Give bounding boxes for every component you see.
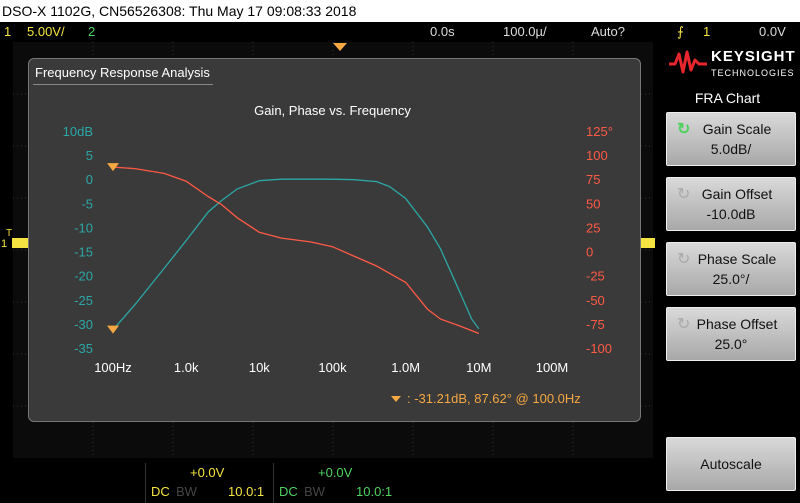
ch1-marker-label: 1 [1,238,8,250]
time-offset[interactable]: 0.0s [430,22,455,42]
gain-marker [107,325,119,334]
freq-tick-label: 1.0M [391,360,420,375]
gain-tick-label: 0 [86,172,93,187]
fra-chart: Gain, Phase vs. Frequency10dB50-5-10-15-… [63,103,613,406]
ch2-coupling: DC [279,484,298,499]
gain-tick-label: -20 [74,269,93,284]
readout-marker-icon [391,396,401,402]
gain-tick-label: -5 [81,196,93,211]
phase-scale-button[interactable]: ↻ Phase Scale 25.0°/ [666,242,796,296]
phase-trace [112,166,480,335]
ch1-number[interactable]: 1 [4,22,11,42]
ch2-offset: +0.0V [318,465,353,480]
phase-scale-value: 25.0°/ [712,271,750,287]
ch1-probe: 10.0:1 [228,484,265,499]
freq-tick-label: 100Hz [94,360,132,375]
phase-tick-label: -100 [586,341,612,356]
gain-tick-label: -10 [74,220,93,235]
ch2-probe: 10.0:1 [356,484,393,499]
freq-tick-label: 100k [318,360,347,375]
gain-offset-button[interactable]: ↻ Gain Offset -10.0dB [666,177,796,231]
brand-sub: TECHNOLOGIES [711,68,795,78]
menu-title: FRA Chart [694,90,761,106]
brand-name: KEYSIGHT [711,48,796,65]
keysight-wave-icon [669,50,707,74]
gain-tick-label: 10dB [63,124,93,139]
phase-tick-label: -75 [586,317,605,332]
phase-tick-label: 0 [586,245,593,260]
gain-tick-label: -15 [74,245,93,260]
phase-tick-label: 125° [586,124,613,139]
gain-scale-label: Gain Scale [702,121,772,137]
freq-tick-label: 10M [466,360,491,375]
trigger-level[interactable]: 0.0V [759,22,786,42]
trigger-status: ⨍ 1 0.0V [655,22,800,42]
marker-readout: : -31.21dB, 87.62° @ 100.0Hz [407,391,581,406]
autoscale-label: Autoscale [700,456,762,472]
softkey-panel: ⨍ 1 0.0V KEYSIGHT TECHNOLOGIES FRA Chart… [655,22,800,503]
ch1-offset: +0.0V [190,465,225,480]
scope-status-bar: 1 5.00V/ 2 0.0s 100.0µ/ Auto? [0,22,655,42]
trigger-position-marker [333,43,347,51]
gain-scale-button[interactable]: ↻ Gain Scale 5.0dB/ [666,112,796,166]
trigger-mode[interactable]: Auto? [591,22,625,42]
ch1-coupling: DC [151,484,170,499]
freq-tick-label: 10k [249,360,270,375]
phase-offset-value: 25.0° [714,336,748,352]
ch2-bw-limit: BW [304,484,325,499]
ch2-number[interactable]: 2 [88,22,95,42]
ch1-scale[interactable]: 5.00V/ [27,22,65,42]
phase-offset-label: Phase Offset [696,316,778,332]
freq-tick-label: 100M [536,360,569,375]
gain-offset-value: -10.0dB [706,206,756,222]
gain-tick-label: -25 [74,293,93,308]
freq-tick-label: 1.0k [174,360,199,375]
phase-tick-label: 75 [586,172,600,187]
gain-tick-label: -35 [74,341,93,356]
window-title-bar: DSO-X 1102G, CN56526308: Thu May 17 09:0… [0,0,800,22]
ch1-status[interactable]: +0.0V DC BW 10.0:1 [145,463,271,503]
time-scale[interactable]: 100.0µ/ [503,22,547,42]
phase-tick-label: 100 [586,148,608,163]
gain-tick-label: 5 [86,148,93,163]
gain-offset-label: Gain Offset [701,186,773,202]
ch1-bw-limit: BW [176,484,197,499]
gain-trace [112,178,480,331]
gain-tick-label: -30 [74,317,93,332]
phase-offset-button[interactable]: ↻ Phase Offset 25.0° [666,307,796,361]
phase-tick-label: -25 [586,269,605,284]
fra-dialog: Frequency Response Analysis Gain, Phase … [28,58,641,422]
trigger-channel: 1 [703,24,711,39]
autoscale-button[interactable]: Autoscale [666,437,796,491]
phase-scale-label: Phase Scale [697,251,777,267]
trigger-edge-icon: ⨍ [677,24,684,39]
keysight-logo: KEYSIGHT TECHNOLOGIES [669,44,797,84]
chart-title: Gain, Phase vs. Frequency [254,103,411,118]
window-title: DSO-X 1102G, CN56526308: Thu May 17 09:0… [2,3,357,19]
phase-tick-label: 25 [586,220,600,235]
ch2-status[interactable]: +0.0V DC BW 10.0:1 [273,463,399,503]
phase-tick-label: 50 [586,196,600,211]
phase-tick-label: -50 [586,293,605,308]
ch1-trace-right [641,238,655,248]
gain-scale-value: 5.0dB/ [710,141,752,157]
